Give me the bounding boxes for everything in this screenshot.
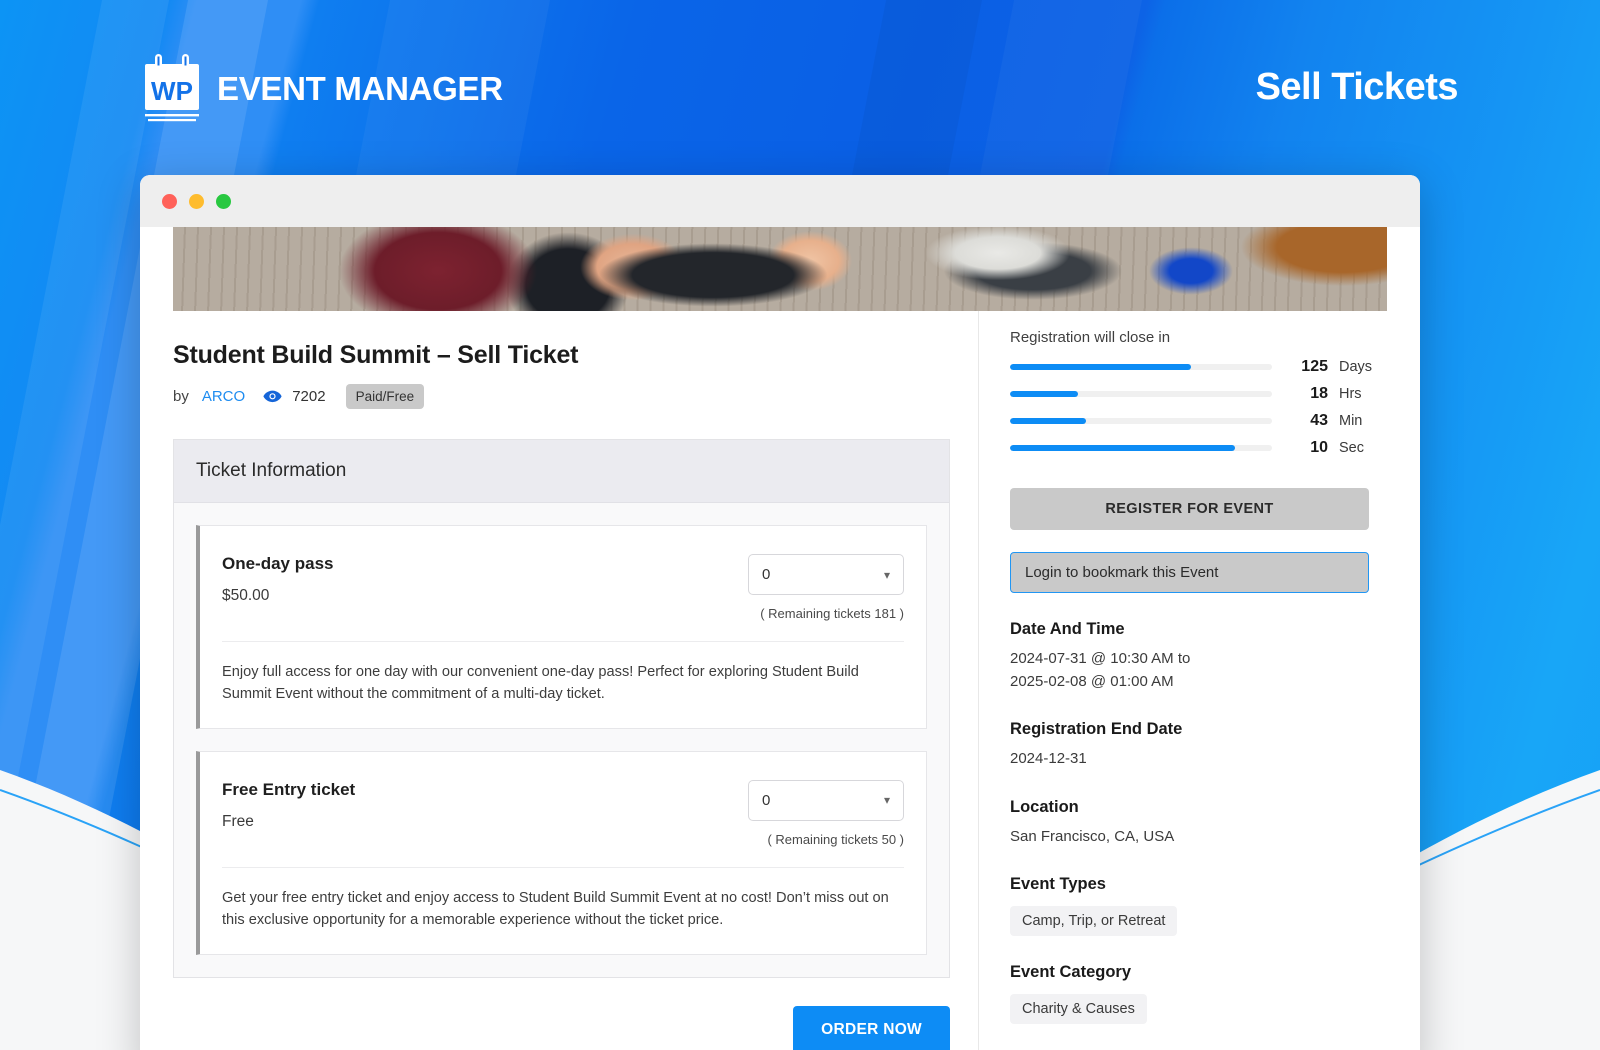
countdown-value: 43 [1310,412,1328,429]
countdown-track [1010,445,1272,451]
page-label: Sell Tickets [1255,66,1459,108]
countdown-row: 125 Days [1010,358,1387,376]
ticket-card-header: One-day pass $50.00 0 ▾ ( Remaining tick… [200,526,926,631]
ticket-card: One-day pass $50.00 0 ▾ ( Remaining tick… [196,525,927,729]
countdown-timer: 125 Days 18 Hrs 43 Min 10 Sec [1010,358,1387,457]
ticket-left: Free Entry ticket Free [222,780,355,831]
countdown-value: 125 [1301,358,1328,375]
page-header: WP EVENT MANAGER Sell Tickets [0,0,1600,175]
browser-titlebar [140,175,1420,227]
page-viewport: Student Build Summit – Sell Ticket by AR… [140,227,1420,1050]
quantity-select[interactable]: 0 ▾ [748,554,904,595]
register-for-event-button[interactable]: REGISTER FOR EVENT [1010,488,1369,530]
page-content: Student Build Summit – Sell Ticket by AR… [173,311,1387,1050]
ticket-card-header: Free Entry ticket Free 0 ▾ ( Remaining t… [200,752,926,857]
date-and-time-line1: 2024-07-31 @ 10:30 AM to [1010,650,1191,667]
quantity-select[interactable]: 0 ▾ [748,779,904,821]
logo-mark-text: WP [151,76,193,106]
countdown-label: Registration will close in [1010,329,1171,346]
event-category-block: Event Category Charity & Causes [1010,963,1387,1024]
countdown-row: 10 Sec [1010,439,1387,457]
main-column: Student Build Summit – Sell Ticket by AR… [173,311,978,1050]
event-types-block: Event Types Camp, Trip, or Retreat [1010,875,1387,936]
minimize-dot[interactable] [189,193,204,209]
countdown-row: 43 Min [1010,412,1387,430]
ticket-name: Free Entry ticket [222,779,356,799]
browser-window: Student Build Summit – Sell Ticket by AR… [140,175,1420,1050]
ticket-right: 0 ▾ ( Remaining tickets 181 ) [748,554,904,621]
date-and-time-heading: Date And Time [1010,620,1125,638]
event-sidebar: Registration will close in 125 Days 18 H… [978,311,1387,1050]
event-category-tag[interactable]: Charity & Causes [1010,994,1147,1024]
countdown-fill [1010,418,1086,424]
remaining-tickets: ( Remaining tickets 50 ) [767,831,904,847]
ticket-card: Free Entry ticket Free 0 ▾ ( Remaining t… [196,750,927,955]
ticket-price: Free [222,812,254,830]
event-meta: by ARCO 7202 Paid/Free [173,384,950,409]
location-heading: Location [1010,797,1079,816]
chevron-down-icon: ▾ [883,567,890,582]
login-to-bookmark-button[interactable]: Login to bookmark this Event [1010,552,1369,593]
ticket-description: Enjoy full access for one day with our c… [222,641,904,728]
remaining-tickets: ( Remaining tickets 181 ) [760,606,904,621]
date-and-time-line2: 2025-02-08 @ 01:00 AM [1010,672,1174,690]
ticket-left: One-day pass $50.00 [222,554,334,605]
date-and-time-block: Date And Time 2024-07-31 @ 10:30 AM to 2… [1010,620,1387,693]
event-hero-image [173,227,1387,311]
ticket-right: 0 ▾ ( Remaining tickets 50 ) [748,779,904,847]
ticket-price: $50.00 [222,587,270,604]
countdown-value: 18 [1310,385,1328,402]
close-dot[interactable] [162,193,177,209]
location-block: Location San Francisco, CA, USA [1010,798,1387,849]
brand-logo: WP EVENT MANAGER [141,52,503,126]
author-link[interactable]: ARCO [202,388,245,405]
calendar-icon: WP [145,54,199,122]
ticket-description: Get your free entry ticket and enjoy acc… [222,866,904,954]
ticket-information-panel: Ticket Information One-day pass $50.00 0… [173,439,950,978]
registration-end-heading: Registration End Date [1010,720,1183,738]
panel-heading: Ticket Information [174,440,949,503]
countdown-track [1010,391,1272,397]
order-row: ORDER NOW [173,1005,950,1050]
event-category-heading: Event Category [1010,963,1132,981]
countdown-unit: Sec [1339,440,1364,456]
eye-icon [263,390,282,403]
countdown-value: 10 [1310,439,1328,456]
chevron-down-icon: ▾ [883,793,890,808]
event-types-heading: Event Types [1010,875,1106,893]
view-count: 7202 [292,388,326,405]
by-label: by [173,388,189,405]
countdown-fill [1010,445,1236,451]
ticket-name: One-day pass [222,554,334,573]
countdown-fill [1010,364,1191,370]
quantity-value: 0 [762,566,771,583]
countdown-unit: Hrs [1339,386,1362,402]
quantity-value: 0 [762,791,771,809]
countdown-track [1010,418,1272,424]
countdown-fill [1010,391,1079,397]
countdown-track [1010,364,1272,370]
countdown-unit: Min [1339,413,1363,429]
location-value: San Francisco, CA, USA [1010,827,1175,845]
status-badge: Paid/Free [345,384,425,409]
countdown-unit: Days [1339,359,1373,375]
countdown-row: 18 Hrs [1010,385,1387,403]
page-title: Student Build Summit – Sell Ticket [173,341,579,369]
brand-name: EVENT MANAGER [217,70,503,107]
registration-end-value: 2024-12-31 [1010,750,1087,767]
maximize-dot[interactable] [216,193,231,209]
event-type-tag[interactable]: Camp, Trip, or Retreat [1010,906,1178,936]
order-now-button[interactable]: ORDER NOW [793,1005,950,1050]
registration-end-block: Registration End Date 2024-12-31 [1010,720,1387,771]
panel-body: One-day pass $50.00 0 ▾ ( Remaining tick… [174,503,949,977]
